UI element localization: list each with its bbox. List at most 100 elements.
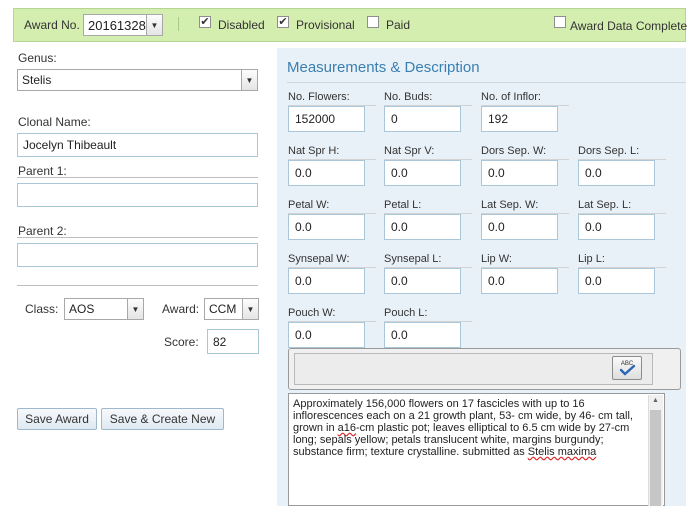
petal-w-value: 0.0 (295, 220, 312, 234)
nat-spr-h-input[interactable]: 0.0 (288, 160, 365, 186)
no-buds-input[interactable]: 0 (384, 106, 461, 132)
save-award-button[interactable]: Save Award (17, 408, 97, 430)
lat-sep-w-input[interactable]: 0.0 (481, 214, 558, 240)
checkmark-icon: ✔ (200, 15, 210, 28)
dors-sep-w-value: 0.0 (488, 166, 505, 180)
no-flowers-input[interactable]: 152000 (288, 106, 365, 132)
genus-value: Stelis (22, 73, 52, 87)
no-flowers-value: 152000 (295, 112, 336, 126)
pouch-l-value: 0.0 (391, 328, 408, 342)
award-value: CCM (209, 302, 237, 316)
award-label: Award: (162, 302, 200, 316)
nat-spr-h-value: 0.0 (295, 166, 312, 180)
save-create-new-button[interactable]: Save & Create New (101, 408, 224, 430)
clonal-name-value: Jocelyn Thibeault (23, 138, 117, 152)
dors-sep-w-input[interactable]: 0.0 (481, 160, 558, 186)
class-select[interactable]: AOS ▼ (64, 298, 144, 320)
parent1-divider (17, 177, 258, 178)
class-value: AOS (69, 302, 95, 316)
score-value: 82 (213, 334, 227, 349)
no-of-inflor-input[interactable]: 192 (481, 106, 558, 132)
provisional-label: Provisional (296, 18, 355, 32)
lip-w-label: Lip W: (481, 253, 512, 265)
award-select[interactable]: CCM ▼ (204, 298, 259, 320)
synsepal-w-value: 0.0 (295, 274, 312, 288)
clonal-name-label: Clonal Name: (18, 115, 91, 129)
disabled-label: Disabled (218, 18, 265, 32)
synsepal-l-value: 0.0 (391, 274, 408, 288)
score-input[interactable]: 82 (207, 329, 259, 354)
synsepal-l-input[interactable]: 0.0 (384, 268, 461, 294)
panel-title: Measurements & Description (287, 59, 480, 76)
parent1-input[interactable] (17, 183, 258, 207)
spellcheck-icon-text: ABC (621, 361, 634, 367)
checkmark-icon: ✔ (278, 15, 288, 28)
petal-w-input[interactable]: 0.0 (288, 214, 365, 240)
lat-sep-w-value: 0.0 (488, 220, 505, 234)
parent2-input[interactable] (17, 243, 258, 267)
chevron-down-icon[interactable]: ▼ (241, 70, 257, 90)
lat-sep-w-label: Lat Sep. W: (481, 199, 539, 211)
nat-spr-v-value: 0.0 (391, 166, 408, 180)
award-data-complete-checkbox[interactable] (554, 16, 566, 28)
synsepal-w-label: Synsepal W: (288, 253, 350, 265)
lip-w-value: 0.0 (488, 274, 505, 288)
chevron-down-icon[interactable]: ▼ (242, 299, 258, 319)
petal-l-label: Petal L: (384, 199, 422, 211)
disabled-checkbox[interactable]: ✔ (199, 16, 211, 28)
no-of-inflor-label: No. of Inflor: (481, 91, 541, 103)
class-label: Class: (25, 302, 59, 316)
award-no-select[interactable]: 20161328 ▼ (83, 14, 163, 36)
provisional-checkbox[interactable]: ✔ (277, 16, 289, 28)
award-data-complete-label: Award Data Complete (570, 19, 688, 33)
clonal-name-input[interactable]: Jocelyn Thibeault (17, 133, 258, 157)
lat-sep-l-value: 0.0 (585, 220, 602, 234)
no-flowers-label: No. Flowers: (288, 91, 350, 103)
no-buds-value: 0 (391, 112, 398, 126)
dors-sep-l-value: 0.0 (585, 166, 602, 180)
pouch-w-label: Pouch W: (288, 307, 336, 319)
parent2-divider (17, 237, 258, 238)
lip-l-label: Lip L: (578, 253, 605, 265)
pouch-w-input[interactable]: 0.0 (288, 322, 365, 348)
lip-l-input[interactable]: 0.0 (578, 268, 655, 294)
award-no-label: Award No. (24, 18, 80, 32)
pouch-w-value: 0.0 (295, 328, 312, 342)
nat-spr-v-input[interactable]: 0.0 (384, 160, 461, 186)
parent1-label: Parent 1: (18, 164, 67, 178)
toolbar-divider (178, 17, 179, 31)
lat-sep-l-input[interactable]: 0.0 (578, 214, 655, 240)
synsepal-w-input[interactable]: 0.0 (288, 268, 365, 294)
dors-sep-w-label: Dors Sep. W: (481, 145, 547, 157)
pouch-l-label: Pouch L: (384, 307, 428, 319)
dors-sep-l-label: Dors Sep. L: (578, 145, 640, 157)
spellcheck-button[interactable]: ABC (612, 356, 642, 380)
description-text: Approximately 156,000 flowers on 17 fasc… (293, 398, 643, 458)
chevron-down-icon[interactable]: ▼ (127, 299, 143, 319)
lip-l-value: 0.0 (585, 274, 602, 288)
nat-spr-v-label: Nat Spr V: (384, 145, 435, 157)
synsepal-l-label: Synsepal L: (384, 253, 442, 265)
spellcheck-icon: ABC (619, 361, 636, 376)
lat-sep-l-label: Lat Sep. L: (578, 199, 632, 211)
no-buds-label: No. Buds: (384, 91, 433, 103)
pouch-l-input[interactable]: 0.0 (384, 322, 461, 348)
editor-toolbar-strip (294, 353, 653, 385)
paid-checkbox[interactable] (367, 16, 379, 28)
petal-w-label: Petal W: (288, 199, 330, 211)
petal-l-input[interactable]: 0.0 (384, 214, 461, 240)
scroll-up-icon[interactable]: ▲ (652, 397, 659, 404)
description-scroll-thumb[interactable] (650, 410, 661, 506)
genus-select[interactable]: Stelis ▼ (17, 69, 258, 91)
parent2-label: Parent 2: (18, 224, 67, 238)
misspelled-word: Stelis maxima (527, 446, 597, 458)
panel-title-rule (287, 82, 686, 83)
lip-w-input[interactable]: 0.0 (481, 268, 558, 294)
paid-label: Paid (386, 18, 411, 32)
nat-spr-h-label: Nat Spr H: (288, 145, 340, 157)
petal-l-value: 0.0 (391, 220, 408, 234)
genus-label: Genus: (18, 51, 57, 65)
score-label: Score: (164, 335, 199, 349)
dors-sep-l-input[interactable]: 0.0 (578, 160, 655, 186)
chevron-down-icon[interactable]: ▼ (146, 15, 162, 35)
